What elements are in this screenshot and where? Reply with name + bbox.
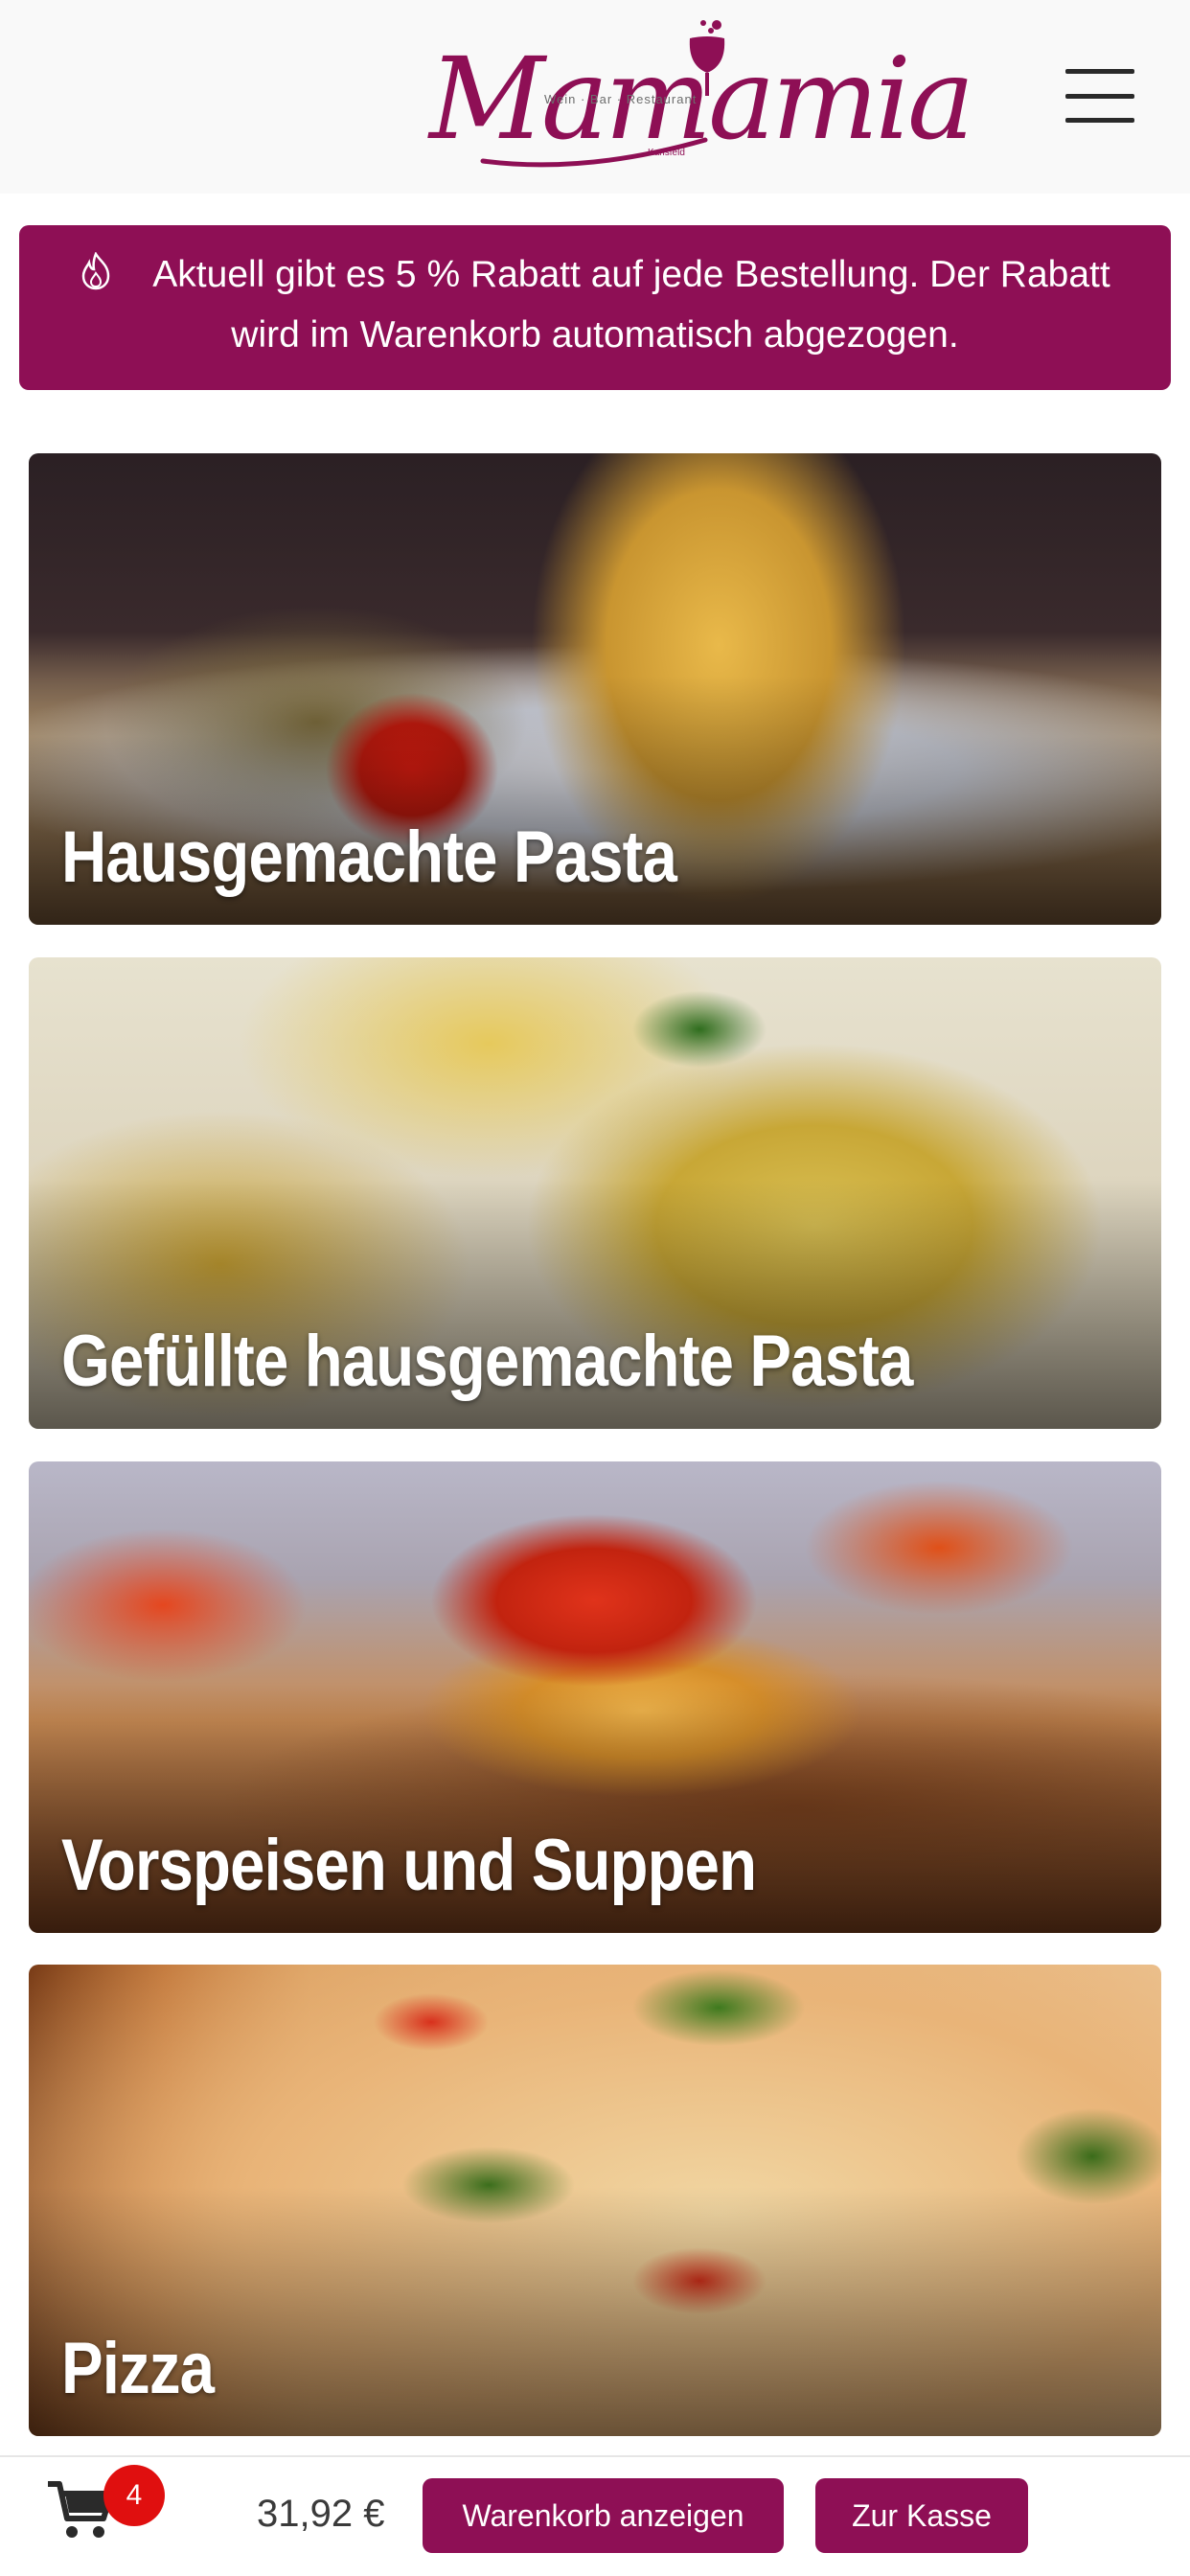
- category-label: Gefüllte hausgemachte Pasta: [61, 1321, 913, 1402]
- view-cart-button[interactable]: Warenkorb anzeigen: [423, 2478, 784, 2553]
- checkout-button[interactable]: Zur Kasse: [815, 2478, 1028, 2553]
- menu-bar: [1065, 93, 1134, 99]
- discount-banner: Aktuell gibt es 5 % Rabatt auf jede Best…: [19, 225, 1171, 390]
- flame-icon: [82, 252, 110, 290]
- menu-page: Mamamia Wein · Bar · Restaurant Karlsfel…: [0, 0, 1190, 2576]
- category-label: Pizza: [61, 2328, 215, 2409]
- category-card-vorspeisen-suppen[interactable]: Vorspeisen und Suppen: [29, 1461, 1161, 1933]
- category-label: Hausgemachte Pasta: [61, 816, 677, 898]
- cart-count-badge: 4: [103, 2465, 165, 2526]
- hamburger-menu-icon[interactable]: [1065, 69, 1138, 123]
- discount-text: Aktuell gibt es 5 % Rabatt auf jede Best…: [152, 254, 1110, 356]
- logo-swoosh: [480, 137, 708, 168]
- logo-tagline: Wein · Bar · Restaurant: [544, 92, 698, 106]
- category-card-pizza[interactable]: Pizza: [29, 1965, 1161, 2436]
- menu-bar: [1065, 69, 1134, 74]
- header: Mamamia Wein · Bar · Restaurant Karlsfel…: [0, 0, 1190, 194]
- logo[interactable]: Mamamia Wein · Bar · Restaurant Karlsfel…: [422, 17, 974, 185]
- category-label: Vorspeisen und Suppen: [61, 1825, 757, 1906]
- menu-bar: [1065, 118, 1134, 123]
- cart-total: 31,92 €: [257, 2493, 385, 2535]
- category-card-hausgemachte-pasta[interactable]: Hausgemachte Pasta: [29, 453, 1161, 925]
- category-card-gefuellte-pasta[interactable]: Gefüllte hausgemachte Pasta: [29, 957, 1161, 1429]
